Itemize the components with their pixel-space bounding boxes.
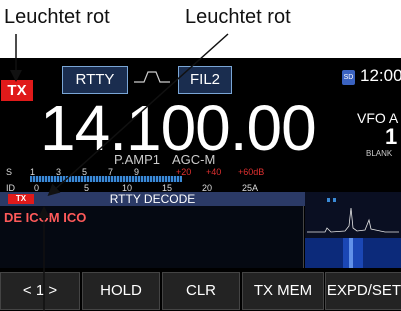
softkey-row: < 1 > HOLD CLR TX MEM EXPD/SET — [0, 270, 401, 311]
s-scale-tick: +60dB — [238, 167, 265, 177]
hold-softkey[interactable]: HOLD — [82, 272, 160, 310]
audio-scope — [305, 192, 401, 268]
mode-button[interactable]: RTTY — [62, 66, 128, 94]
rtty-decode-title: RTTY DECODE — [109, 192, 196, 206]
callout-label-decode-tx: Leuchtet rot — [185, 6, 291, 28]
tx-indicator: TX — [1, 80, 33, 101]
callout-label-tx-indicator: Leuchtet rot — [4, 6, 110, 28]
decoded-text: DE ICOM ICO — [4, 210, 87, 225]
clr-softkey[interactable]: CLR — [162, 272, 240, 310]
s-meter-bar — [30, 176, 182, 182]
radio-display: TX RTTY FIL2 SD 12:00 14.100.00 VFO A 1 … — [0, 58, 401, 311]
waterfall-graphic — [305, 192, 401, 268]
vfo-number: 1 — [385, 124, 398, 149]
agc-status: AGC-M — [172, 152, 216, 167]
s-scale-tick: +40 — [206, 167, 222, 177]
filter-shape-icon — [134, 71, 170, 83]
decode-tx-indicator: TX — [8, 194, 34, 204]
sd-card-icon: SD — [342, 70, 355, 85]
blank-label: BLANK — [366, 149, 393, 158]
page-softkey[interactable]: < 1 > — [0, 272, 80, 310]
preamp-status: P.AMP1 — [114, 152, 161, 167]
expd-set-softkey[interactable]: EXPD/SET — [325, 272, 401, 310]
tx-mem-softkey[interactable]: TX MEM — [242, 272, 324, 310]
s-meter-label: S — [6, 167, 13, 177]
rtty-decode-panel[interactable]: DE ICOM ICO — [0, 206, 304, 268]
frequency-readout[interactable]: 14.100.00 — [40, 96, 317, 160]
meter: S 1 3 5 7 9 +20 +40 +60dB ID 0 5 10 15 2… — [0, 166, 305, 194]
rtty-decode-header: RTTY DECODE TX — [0, 192, 305, 206]
filter-button[interactable]: FIL2 — [178, 66, 232, 94]
clock: 12:00 — [360, 66, 401, 85]
